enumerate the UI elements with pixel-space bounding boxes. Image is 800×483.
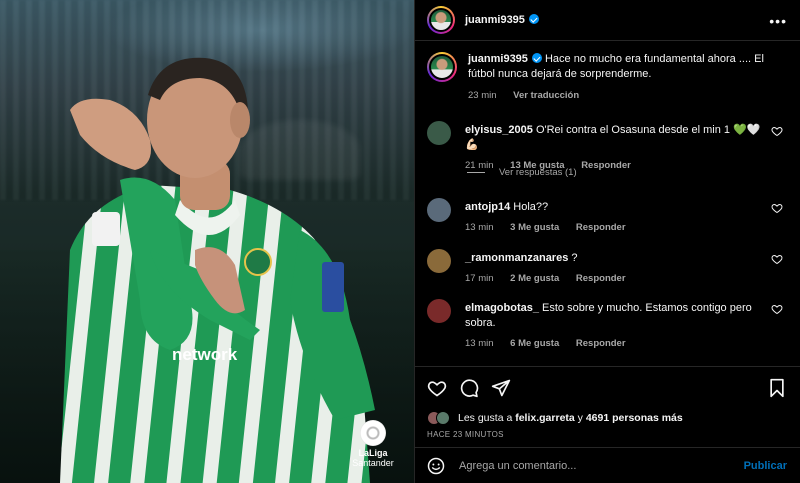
comment-like-icon[interactable]	[771, 125, 783, 137]
commenter-avatar[interactable]	[427, 299, 451, 323]
player-illustration: network	[60, 57, 375, 483]
action-icons	[427, 378, 511, 398]
liker-username[interactable]: felix.garreta	[515, 412, 575, 424]
caption-avatar[interactable]	[427, 52, 457, 82]
comment-like-icon[interactable]	[771, 253, 783, 265]
watermark-line1: LaLiga	[358, 448, 388, 458]
comment-username[interactable]: elmagobotas_	[465, 302, 539, 314]
emoji-icon[interactable]	[427, 457, 445, 475]
comment-composer: Publicar	[415, 447, 800, 483]
likes-text: Les gusta a felix.garreta y 4691 persona…	[458, 412, 683, 424]
commenter-avatar[interactable]	[427, 121, 451, 145]
post-caption: juanmi9395 Hace no mucho era fundamental…	[427, 52, 787, 101]
reply-button[interactable]: Responder	[576, 222, 626, 233]
post-header: juanmi9395 •••	[415, 0, 800, 41]
post-photo[interactable]: network LaLiga Santander	[0, 0, 414, 483]
comment-item: elyisus_2005 O'Rei contra el Osasuna des…	[427, 121, 797, 171]
caption-username[interactable]: juanmi9395	[468, 53, 528, 65]
replies-divider	[467, 172, 485, 173]
commenter-avatar[interactable]	[427, 198, 451, 222]
translate-button[interactable]: Ver traducción	[513, 90, 579, 101]
share-icon[interactable]	[491, 378, 511, 398]
reply-button[interactable]: Responder	[576, 338, 626, 349]
comment-likes[interactable]: 3 Me gusta	[510, 222, 559, 233]
liker-avatar[interactable]	[436, 411, 450, 425]
caption-time: 23 min	[468, 90, 497, 101]
likes-summary: Les gusta a felix.garreta y 4691 persona…	[427, 411, 683, 425]
comment-username[interactable]: antojp14	[465, 201, 510, 213]
comment-time: 13 min	[465, 222, 494, 233]
comment-username[interactable]: elyisus_2005	[465, 124, 533, 136]
comment-likes[interactable]: 2 Me gusta	[510, 273, 559, 284]
watermark-line2: Santander	[352, 458, 394, 468]
comment-item: antojp14 Hola?? 13 min 3 Me gusta Respon…	[427, 198, 797, 233]
reply-button[interactable]: Responder	[576, 273, 626, 284]
commenter-avatar[interactable]	[427, 249, 451, 273]
comment-item: elmagobotas_ Esto sobre y mucho. Estamos…	[427, 299, 797, 349]
author-avatar[interactable]	[427, 6, 455, 34]
post-viewer: network LaLiga Santander juanmi9395 ••• …	[0, 0, 800, 483]
post-actions: Les gusta a felix.garreta y 4691 persona…	[415, 366, 800, 483]
likes-count[interactable]: 4691 personas más	[586, 412, 683, 424]
comment-icon[interactable]	[459, 378, 479, 398]
caption-meta: 23 min Ver traducción	[468, 90, 768, 101]
comment-time: 13 min	[465, 338, 494, 349]
comment-like-icon[interactable]	[771, 202, 783, 214]
heart-icon[interactable]	[427, 378, 447, 398]
laliga-logo-icon	[360, 420, 386, 446]
comment-item: _ramonmanzanares ? 17 min 2 Me gusta Res…	[427, 249, 797, 284]
reply-button[interactable]: Responder	[581, 160, 631, 171]
more-options-icon[interactable]: •••	[769, 13, 787, 29]
bookmark-icon[interactable]	[767, 378, 787, 398]
verified-badge-icon	[528, 14, 539, 24]
verified-badge-icon	[531, 53, 542, 63]
view-replies-label: Ver respuestas (1)	[499, 167, 577, 178]
author-username[interactable]: juanmi9395	[465, 14, 539, 26]
comment-like-icon[interactable]	[771, 303, 783, 315]
caption-text: juanmi9395 Hace no mucho era fundamental…	[468, 52, 768, 82]
comment-text: ?	[571, 252, 578, 264]
bookmark-button[interactable]	[767, 378, 787, 401]
comment-text: Hola??	[513, 201, 549, 213]
comment-likes[interactable]: 6 Me gusta	[510, 338, 559, 349]
publish-button[interactable]: Publicar	[744, 460, 787, 472]
post-side-panel: juanmi9395 ••• juanmi9395 Hace no mucho …	[414, 0, 800, 483]
comment-input[interactable]	[459, 460, 719, 472]
comment-username[interactable]: _ramonmanzanares	[465, 252, 568, 264]
jersey-sponsor: network	[172, 345, 238, 364]
view-replies[interactable]: Ver respuestas (1)	[467, 167, 577, 178]
comment-time: 17 min	[465, 273, 494, 284]
laliga-watermark: LaLiga Santander	[343, 420, 403, 468]
post-date: HACE 23 MINUTOS	[427, 430, 504, 439]
